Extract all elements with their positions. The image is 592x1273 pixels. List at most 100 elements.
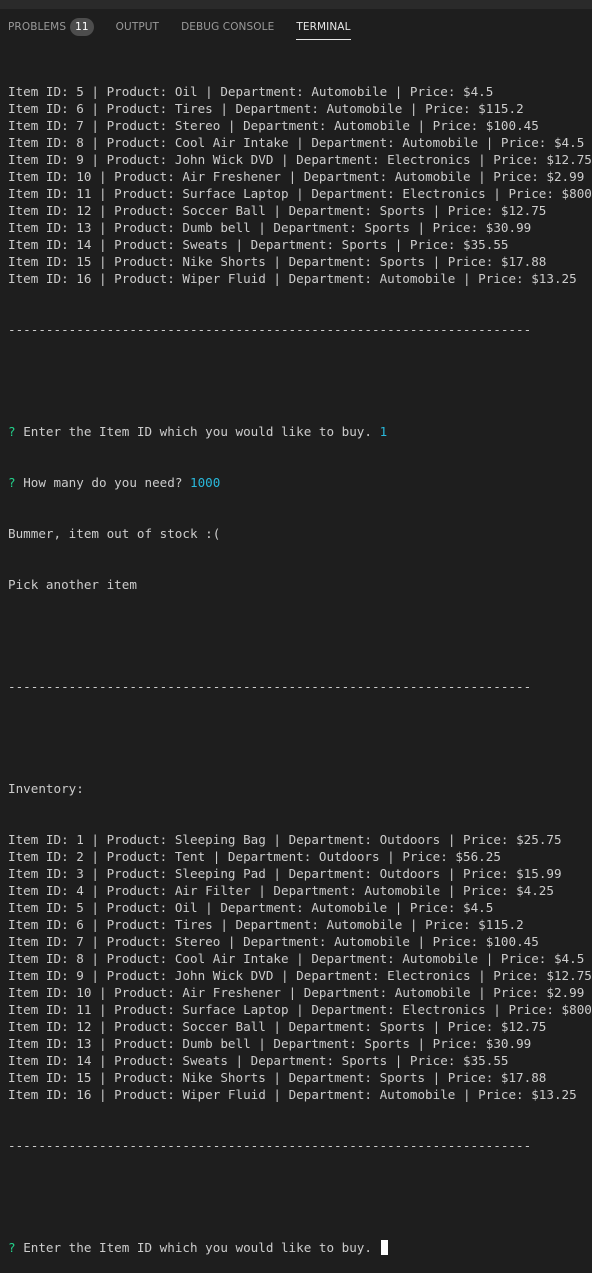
- item-id-answer: 1: [379, 424, 388, 439]
- product-name: Oil: [174, 84, 198, 99]
- department-name: Outdoors: [318, 849, 380, 864]
- product-name: Wiper Fluid: [182, 1087, 266, 1102]
- department-name: Sports: [341, 1053, 388, 1068]
- product-name: Dumb bell: [182, 1036, 251, 1051]
- product-name: Surface Laptop: [182, 1002, 289, 1017]
- pick-another-message: Pick another item: [8, 577, 137, 592]
- item-id: 15: [76, 254, 92, 269]
- inventory-row: Item ID: 16 | Product: Wiper Fluid | Dep…: [8, 1087, 577, 1102]
- department-name: Automobile: [394, 169, 471, 184]
- terminal-output[interactable]: Item ID: 5 | Product: Oil | Department: …: [8, 49, 592, 1273]
- inventory-row: Item ID: 14 | Product: Sweats | Departme…: [8, 1053, 509, 1068]
- item-id: 11: [76, 186, 92, 201]
- product-name: Air Filter: [174, 883, 251, 898]
- product-name: Surface Laptop: [182, 186, 289, 201]
- prompt-marker: ?: [8, 475, 16, 490]
- quantity-answer: 1000: [190, 475, 221, 490]
- tab-problems-label: PROBLEMS: [8, 20, 67, 33]
- item-id: 6: [76, 917, 84, 932]
- item-id: 16: [76, 1087, 92, 1102]
- item-id: 9: [76, 152, 84, 167]
- inventory-row: Item ID: 8 | Product: Cool Air Intake | …: [8, 951, 585, 966]
- panel-tab-bar: PROBLEMS 11 OUTPUT DEBUG CONSOLE TERMINA…: [0, 0, 592, 44]
- price: $12.75: [500, 1019, 547, 1034]
- price: $17.88: [500, 1070, 547, 1085]
- item-id: 4: [76, 883, 84, 898]
- item-id: 11: [76, 1002, 92, 1017]
- department-name: Automobile: [334, 118, 410, 133]
- tab-terminal-label: TERMINAL: [296, 20, 351, 33]
- inventory-row: Item ID: 7 | Product: Stereo | Departmen…: [8, 118, 539, 133]
- item-id: 15: [76, 1070, 92, 1085]
- tab-output[interactable]: OUTPUT: [116, 9, 159, 44]
- product-name: Sweats: [182, 237, 228, 252]
- product-name: Stereo: [174, 118, 221, 133]
- product-name: Tent: [174, 849, 206, 864]
- tab-terminal[interactable]: TERMINAL: [296, 9, 351, 44]
- inventory-row: Item ID: 8 | Product: Cool Air Intake | …: [8, 135, 585, 150]
- inventory-row: Item ID: 10 | Product: Air Freshener | D…: [8, 169, 585, 184]
- product-name: Nike Shorts: [182, 1070, 266, 1085]
- price: $2.99: [546, 985, 585, 1000]
- price: $17.88: [500, 254, 547, 269]
- department-name: Automobile: [394, 985, 471, 1000]
- department-name: Electronics: [402, 186, 486, 201]
- inventory-row: Item ID: 15 | Product: Nike Shorts | Dep…: [8, 254, 547, 269]
- inventory-row: Item ID: 13 | Product: Dumb bell | Depar…: [8, 1036, 532, 1051]
- product-name: Oil: [174, 900, 198, 915]
- inventory-row: Item ID: 9 | Product: John Wick DVD | De…: [8, 152, 592, 167]
- item-id: 16: [76, 271, 92, 286]
- price: $100.45: [485, 934, 539, 949]
- tab-debug-console-label: DEBUG CONSOLE: [181, 20, 275, 33]
- inventory-row: Item ID: 5 | Product: Oil | Department: …: [8, 84, 494, 99]
- tab-output-label: OUTPUT: [115, 20, 160, 33]
- product-name: Soccer Ball: [182, 203, 266, 218]
- price: $13.25: [531, 271, 577, 286]
- item-id: 13: [76, 1036, 92, 1051]
- product-name: Cool Air Intake: [174, 951, 289, 966]
- final-prompt-text: Enter the Item ID which you would like t…: [23, 1240, 372, 1255]
- department-name: Automobile: [402, 951, 479, 966]
- item-id-prompt-line: ? Enter the Item ID which you would like…: [8, 423, 588, 440]
- price: $4.25: [516, 883, 554, 898]
- price: $35.55: [462, 1053, 509, 1068]
- terminal-cursor: [380, 1240, 388, 1255]
- item-id: 8: [76, 951, 84, 966]
- item-id: 14: [76, 1053, 92, 1068]
- tab-debug-console[interactable]: DEBUG CONSOLE: [181, 9, 274, 44]
- inventory-row: Item ID: 6 | Product: Tires | Department…: [8, 917, 524, 932]
- inventory-row: Item ID: 11 | Product: Surface Laptop | …: [8, 1001, 592, 1018]
- prompt-marker: ?: [8, 424, 16, 439]
- inventory-row: Item ID: 12 | Product: Soccer Ball | Dep…: [8, 1019, 547, 1034]
- item-id: 13: [76, 220, 92, 235]
- department-name: Sports: [379, 203, 426, 218]
- department-name: Automobile: [326, 101, 403, 116]
- inventory-row: Item ID: 14 | Product: Sweats | Departme…: [8, 237, 509, 252]
- quantity-prompt-text: How many do you need?: [23, 475, 183, 490]
- product-name: John Wick DVD: [174, 968, 274, 983]
- product-name: Air Freshener: [182, 985, 281, 1000]
- item-id: 3: [76, 866, 84, 881]
- product-name: Tires: [174, 101, 213, 116]
- final-prompt-line[interactable]: ? Enter the Item ID which you would like…: [8, 1239, 588, 1256]
- separator-line: ----------------------------------------…: [8, 1138, 532, 1153]
- inventory-row: Item ID: 15 | Product: Nike Shorts | Dep…: [8, 1070, 547, 1085]
- price: $2.99: [546, 169, 585, 184]
- product-name: Sleeping Pad: [174, 866, 266, 881]
- department-name: Automobile: [379, 271, 456, 286]
- product-name: Nike Shorts: [182, 254, 266, 269]
- item-id: 10: [76, 985, 92, 1000]
- item-id: 7: [76, 118, 84, 133]
- item-id: 7: [76, 934, 84, 949]
- product-name: John Wick DVD: [174, 152, 274, 167]
- tab-problems[interactable]: PROBLEMS 11: [8, 9, 94, 44]
- department-name: Automobile: [311, 84, 388, 99]
- item-id: 9: [76, 968, 84, 983]
- price: $12.75: [546, 152, 592, 167]
- product-name: Cool Air Intake: [174, 135, 289, 150]
- separator-line: ----------------------------------------…: [8, 322, 532, 337]
- second-inventory-list: Item ID: 1 | Product: Sleeping Bag | Dep…: [8, 831, 592, 1103]
- department-name: Automobile: [334, 934, 410, 949]
